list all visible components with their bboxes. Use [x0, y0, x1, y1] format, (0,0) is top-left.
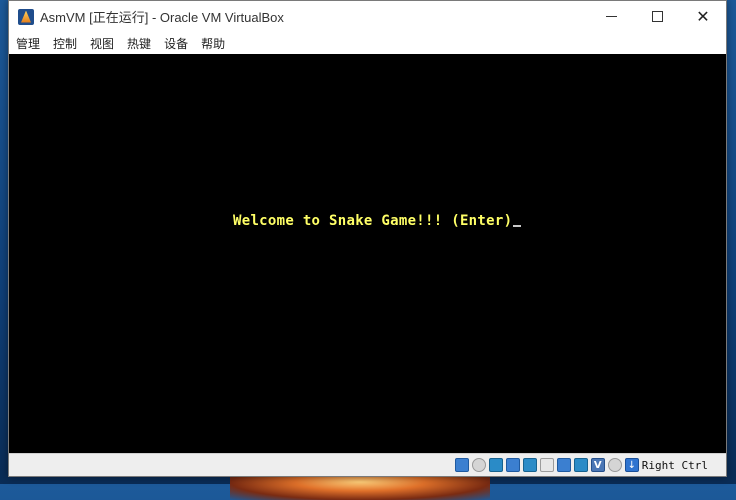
mouse-integration-icon[interactable] [607, 458, 622, 472]
shared-folders-icon[interactable] [539, 458, 554, 472]
title-bar[interactable]: AsmVM [正在运行] - Oracle VM VirtualBox ✕ [9, 1, 726, 32]
host-key-label: Right Ctrl [641, 458, 708, 472]
close-icon: ✕ [696, 6, 710, 26]
text-cursor [513, 225, 522, 227]
virtualbox-app-icon [18, 8, 34, 25]
virtualization-icon[interactable]: V [590, 458, 605, 472]
welcome-message: Welcome to Snake Game!!! (Enter) [233, 213, 513, 229]
menu-control[interactable]: 控制 [46, 35, 83, 52]
maximize-icon [651, 11, 663, 22]
menu-manage[interactable]: 管理 [9, 35, 46, 52]
hard-disk-icon[interactable] [454, 458, 469, 472]
menu-bar: 管理 控制 视图 热键 设备 帮助 [9, 32, 726, 54]
display-icon[interactable] [556, 458, 571, 472]
menu-view[interactable]: 视图 [83, 35, 120, 52]
host-key-icon[interactable]: ↓ [624, 458, 639, 472]
window-controls: ✕ [588, 1, 726, 32]
menu-devices[interactable]: 设备 [157, 35, 194, 52]
virtualbox-window: AsmVM [正在运行] - Oracle VM VirtualBox ✕ 管理… [8, 0, 727, 477]
usb-icon[interactable] [522, 458, 537, 472]
minimize-icon [605, 16, 617, 17]
video-capture-icon[interactable] [573, 458, 588, 472]
window-title: AsmVM [正在运行] - Oracle VM VirtualBox [40, 10, 284, 25]
minimize-button[interactable] [588, 1, 634, 32]
menu-hotkeys[interactable]: 热键 [120, 35, 157, 52]
network-icon[interactable] [505, 458, 520, 472]
close-button[interactable]: ✕ [680, 1, 726, 32]
status-bar: V ↓ Right Ctrl [9, 453, 726, 476]
optical-drive-icon[interactable] [471, 458, 486, 472]
vm-display[interactable]: Welcome to Snake Game!!! (Enter) [9, 54, 726, 455]
maximize-button[interactable] [634, 1, 680, 32]
menu-help[interactable]: 帮助 [194, 35, 231, 52]
audio-icon[interactable] [488, 458, 503, 472]
vm-console-line: Welcome to Snake Game!!! (Enter) [233, 213, 522, 229]
